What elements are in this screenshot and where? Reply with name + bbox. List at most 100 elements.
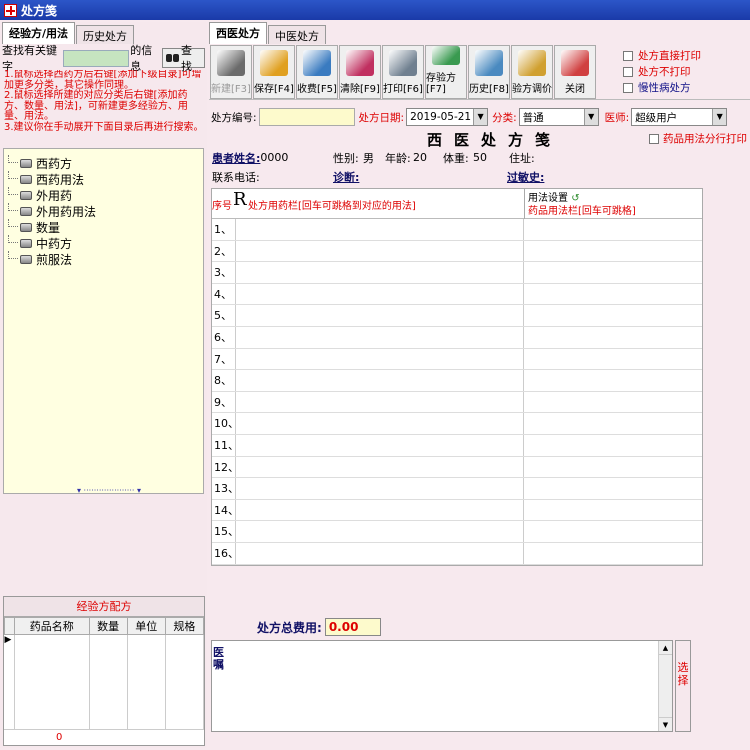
row-number: 2、	[212, 240, 236, 262]
weight-value[interactable]: 50	[473, 151, 487, 164]
no-print-checkbox[interactable]: 处方不打印	[623, 64, 701, 80]
drug-cell[interactable]	[236, 521, 524, 542]
usage-cell[interactable]	[524, 327, 702, 348]
folder-db-icon	[20, 254, 32, 264]
drug-cell[interactable]	[236, 542, 524, 564]
tab-western-prescription[interactable]: 西医处方	[209, 22, 267, 44]
usage-cell[interactable]	[524, 370, 702, 391]
drug-cell[interactable]	[236, 305, 524, 326]
row-number: 4、	[212, 283, 236, 305]
drug-cell[interactable]	[236, 478, 524, 499]
usage-cell[interactable]	[524, 413, 702, 434]
new-button[interactable]: 新建[F3]	[210, 45, 252, 99]
tab-chinese-prescription[interactable]: 中医处方	[268, 25, 326, 44]
tree-item-external-drug[interactable]: 外用药	[8, 187, 199, 203]
formula-footer-total: 0	[4, 729, 204, 745]
title-bar: 处方笺	[0, 0, 750, 20]
table-cell[interactable]	[165, 634, 205, 729]
patient-name-link[interactable]: 患者姓名:	[212, 150, 260, 166]
prescription-rows: 1、 2、 3、 4、 5、 6、 7、 8、 9、 10、 11、 12、 13、 14、 15、 16、	[212, 219, 702, 565]
tree-item-western-usage[interactable]: 西药用法	[8, 171, 199, 187]
drug-cell[interactable]	[236, 434, 524, 456]
tree-item-western-rx[interactable]: 西药方	[8, 155, 199, 171]
scroll-down-icon[interactable]: ▼	[659, 717, 672, 731]
diagnosis-link[interactable]: 诊断:	[333, 169, 359, 185]
chevron-down-icon: ▼	[583, 109, 598, 125]
tree-item-quantity[interactable]: 数量	[8, 219, 199, 235]
allergy-link[interactable]: 过敏史:	[507, 169, 544, 185]
tree-item-decoction[interactable]: 煎服法	[8, 251, 199, 267]
row-number: 6、	[212, 326, 236, 348]
save-formula-button[interactable]: 存验方[F7]	[425, 45, 467, 99]
scroll-up-icon[interactable]: ▲	[659, 641, 672, 655]
drug-cell[interactable]	[236, 391, 524, 413]
chronic-rx-checkbox[interactable]: 慢性病处方	[623, 80, 701, 96]
usage-cell[interactable]	[524, 284, 702, 305]
save-icon	[260, 50, 288, 76]
usage-cell[interactable]	[524, 521, 702, 542]
gender-value: 男	[363, 151, 374, 165]
tree-item-label: 西药方	[36, 156, 73, 171]
history-button[interactable]: 历史[F8]	[468, 45, 510, 99]
drug-cell[interactable]	[236, 283, 524, 305]
usage-cell[interactable]	[524, 478, 702, 499]
help-note: 3.建议你在手动展开下面目录后再进行搜索。	[4, 121, 204, 133]
usage-cell[interactable]	[524, 457, 702, 478]
fee-button[interactable]: 收费[F5]	[296, 45, 338, 99]
doctor-select[interactable]: 超级用户 ▼	[631, 108, 728, 126]
drug-cell[interactable]	[236, 219, 524, 240]
drug-cell[interactable]	[236, 348, 524, 370]
tree-item-external-usage[interactable]: 外用药用法	[8, 203, 199, 219]
drug-cell[interactable]	[236, 456, 524, 478]
usage-cell[interactable]	[524, 435, 702, 456]
tree-item-label: 煎服法	[36, 252, 73, 267]
col-spec: 规格	[164, 617, 205, 635]
panel-splitter-handle[interactable]: ▾ ···················· ▾	[64, 487, 154, 495]
save-button[interactable]: 保存[F4]	[253, 45, 295, 99]
find-button[interactable]: 查找	[162, 44, 205, 73]
category-label: 分类:	[492, 111, 517, 124]
tree-branch-line	[8, 187, 18, 195]
advice-scrollbar[interactable]: ▲ ▼	[658, 641, 672, 731]
keyword-input[interactable]	[63, 49, 130, 67]
table-cell[interactable]	[89, 634, 128, 729]
rx-date-picker[interactable]: 2019-05-21 ▼	[406, 108, 489, 126]
save-formula-icon	[432, 46, 460, 65]
drug-column-header: 处方用药栏[回车可跳格到对应的用法]	[248, 201, 416, 212]
table-row: 4、	[212, 283, 702, 306]
split-print-checkbox[interactable]: 药品用法分行打印	[649, 131, 747, 146]
usage-cell[interactable]	[524, 241, 702, 262]
save-button-label: 保存[F4]	[254, 84, 294, 95]
usage-cell[interactable]	[524, 219, 702, 240]
drug-cell[interactable]	[236, 413, 524, 434]
drug-cell[interactable]	[236, 240, 524, 262]
drug-cell[interactable]	[236, 499, 524, 521]
total-fee-value: 0.00	[324, 618, 381, 636]
drug-cell[interactable]	[236, 370, 524, 391]
advice-label: 医嘱	[213, 646, 224, 671]
tree-item-label: 中药方	[36, 236, 73, 251]
table-cell[interactable]	[14, 634, 90, 729]
doctor-advice-box[interactable]: 医嘱 ▲ ▼	[211, 640, 673, 732]
age-value[interactable]: 20	[413, 151, 427, 164]
tab-history-prescription[interactable]: 历史处方	[76, 25, 135, 44]
tab-experience-usage[interactable]: 经验方/用法	[2, 22, 76, 44]
drug-cell[interactable]	[236, 262, 524, 283]
clear-button[interactable]: 清除[F9]	[339, 45, 381, 99]
usage-cell[interactable]	[524, 305, 702, 326]
usage-cell[interactable]	[524, 500, 702, 521]
category-select[interactable]: 普通 ▼	[518, 108, 599, 126]
rx-no-input[interactable]	[258, 108, 355, 126]
table-cell[interactable]	[127, 634, 166, 729]
usage-cell[interactable]	[524, 543, 702, 564]
drug-cell[interactable]	[236, 326, 524, 348]
usage-cell[interactable]	[524, 349, 702, 370]
usage-cell[interactable]	[524, 262, 702, 283]
print-button[interactable]: 打印[F6]	[382, 45, 424, 99]
close-button[interactable]: 关闭	[554, 45, 596, 99]
tree-item-chinese-rx[interactable]: 中药方	[8, 235, 199, 251]
usage-cell[interactable]	[524, 392, 702, 413]
adjust-price-button[interactable]: 验方调价	[511, 45, 553, 99]
direct-print-checkbox[interactable]: 处方直接打印	[623, 48, 701, 64]
choose-advice-button[interactable]: 选择	[675, 640, 691, 732]
